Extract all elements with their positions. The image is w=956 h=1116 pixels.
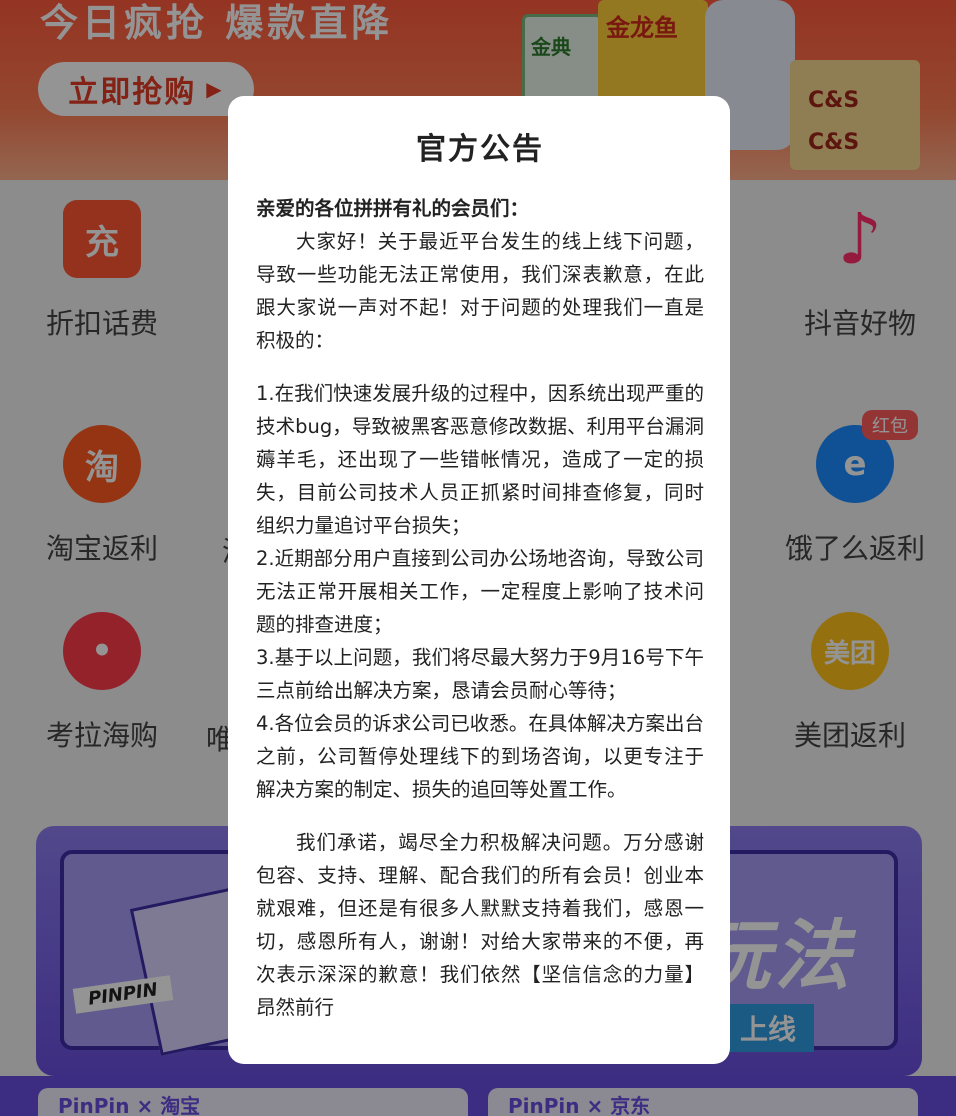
greeting-text: 亲爱的各位拼拼有礼的会员们： (256, 197, 530, 220)
intro-paragraph: 大家好！关于最近平台发生的线上线下问题，导致一些功能无法正常使用，我们深表歉意，… (256, 230, 704, 352)
announcement-dialog: 官方公告 亲爱的各位拼拼有礼的会员们： 大家好！关于最近平台发生的线上线下问题，… (228, 96, 730, 1064)
dialog-title: 官方公告 (416, 132, 544, 167)
point-1: 1.在我们快速发展升级的过程中，因系统出现严重的技术bug，导致被黑客恶意修改数… (256, 382, 704, 537)
point-3: 3.基于以上问题，我们将尽最大努力于9月16号下午三点前给出解决方案，恳请会员耐… (256, 646, 704, 702)
point-4: 4.各位会员的诉求公司已收悉。在具体解决方案出台之前，公司暂停处理线下的到场咨询… (256, 712, 704, 801)
closing-paragraph: 我们承诺，竭尽全力积极解决问题。万分感谢包容、支持、理解、配合我们的所有会员！创… (256, 831, 704, 1019)
point-2: 2.近期部分用户直接到公司办公场地咨询，导致公司无法正常开展相关工作，一定程度上… (256, 547, 704, 636)
